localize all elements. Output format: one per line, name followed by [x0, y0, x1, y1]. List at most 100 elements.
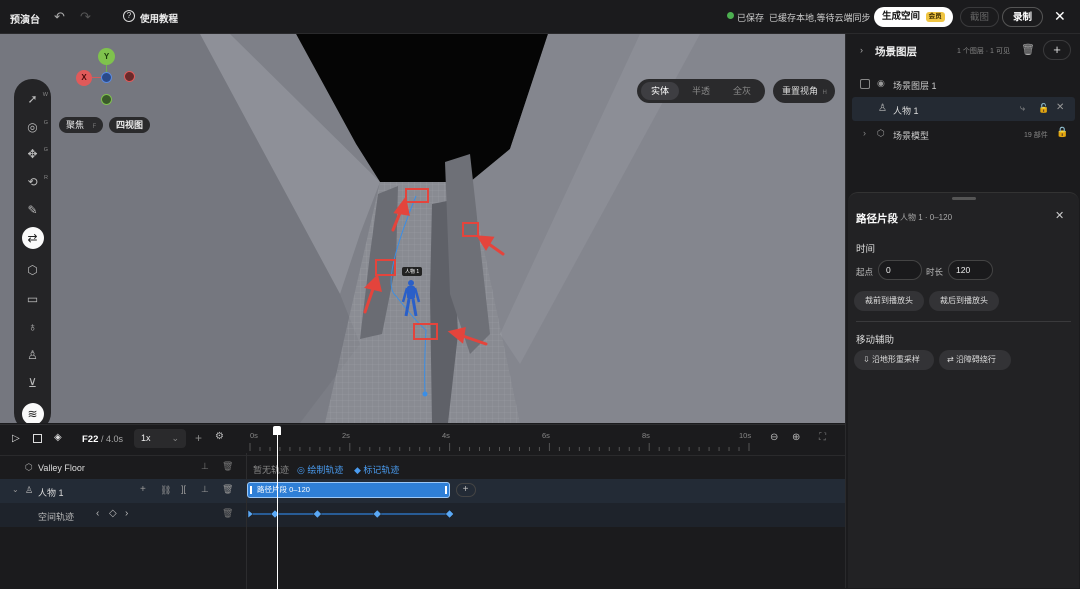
mark-track-button[interactable]: ◆ 标记轨迹 — [354, 463, 399, 476]
speed-select[interactable]: 1x ⌄ — [134, 429, 186, 448]
pin-icon[interactable]: ⊥ — [201, 484, 209, 495]
avoid-button[interactable]: ⇄ 沿障碍绕行 — [939, 350, 1011, 370]
rotate-icon[interactable]: ⟲ R — [14, 170, 51, 194]
keyframe-diamond — [445, 509, 454, 519]
prev-key-icon[interactable]: ‹ — [96, 508, 99, 519]
zoom-out-icon[interactable]: ⊖ — [770, 432, 778, 443]
layer-item-model[interactable]: 场景模型 — [893, 129, 929, 142]
undo-icon[interactable]: ↶ — [54, 9, 65, 25]
close-segment-icon[interactable]: ✕ — [1055, 209, 1064, 222]
record-button[interactable]: 录制 — [1002, 7, 1044, 27]
four-view-button[interactable]: 四视图 — [109, 117, 151, 133]
import-icon[interactable]: ⊻ — [14, 371, 51, 395]
playhead[interactable] — [273, 425, 283, 589]
keyframe-diamond — [247, 509, 254, 519]
next-key-icon[interactable]: › — [125, 508, 128, 519]
add-clip-button[interactable]: + — [455, 483, 476, 497]
path-icon[interactable]: ⇄ — [14, 226, 51, 250]
layers-title: 场景图层 — [875, 46, 917, 58]
axis-gizmo[interactable]: Y X — [70, 46, 140, 118]
delete-icon[interactable]: 🗑 — [222, 461, 233, 472]
delete-icon[interactable]: 🗑 — [222, 484, 233, 495]
zoom-in-icon[interactable]: ⊕ — [792, 432, 800, 443]
draw-track-button[interactable]: ◎ 绘制轨迹 — [297, 463, 343, 476]
pin-icon[interactable]: ⊥ — [201, 461, 209, 472]
mode-solid[interactable]: 实体 — [641, 82, 679, 100]
duration-input[interactable]: 120 — [948, 260, 993, 280]
3d-viewport[interactable]: 人物 1 Y X 聚焦 F 四视图 实体 半透 全灰 重置视角 H ➚ W ◎ G … — [0, 34, 845, 423]
route-icon[interactable]: ≋ — [14, 402, 51, 423]
model-lock-icon[interactable]: 🔒 — [1056, 127, 1068, 138]
mode-translucent[interactable]: 半透 — [682, 82, 720, 100]
add-track-icon[interactable]: + — [195, 431, 202, 445]
trim-front-button[interactable]: 裁前到播放头 — [854, 291, 924, 311]
move-icon[interactable]: ✥ G — [14, 142, 51, 166]
redo-icon[interactable]: ↷ — [80, 9, 91, 25]
avoid-label: 沿障碍绕行 — [955, 355, 996, 364]
delete-icon[interactable]: 🗑 — [222, 508, 233, 519]
neg-y-handle[interactable] — [101, 94, 112, 105]
resample-button[interactable]: ⇩ 沿地形重采样 — [854, 350, 934, 370]
segment-subtitle: 人物 1 · 0–120 — [900, 213, 953, 222]
path-link-icon[interactable]: ⤷ — [1020, 103, 1025, 114]
help-icon: ? — [123, 10, 135, 22]
close-icon[interactable]: ✕ — [1054, 8, 1066, 25]
fit-icon[interactable]: ⛶ — [819, 432, 826, 443]
focus-button[interactable]: 聚焦 F — [59, 117, 104, 133]
add-key-icon[interactable]: ◇ — [109, 508, 117, 519]
focus-key: F — [92, 124, 97, 130]
collapse-chevron-icon[interactable]: › — [860, 45, 863, 55]
saved-status-icon — [727, 12, 734, 19]
neg-x-handle[interactable] — [124, 71, 135, 82]
segment-title: 路径片段 — [856, 213, 898, 225]
start-input[interactable]: 0 — [878, 260, 922, 280]
layer-item-person-row[interactable]: ♙ 人物 1 ⤷ 🔓 ✕ — [852, 97, 1075, 121]
add-icon[interactable]: + — [140, 484, 146, 495]
track-person[interactable]: ⌄ ♙ 人物 1 + ⛓ ][ ⊥ 🗑 路径片段 0–120 + — [0, 479, 845, 503]
drag-handle[interactable] — [952, 197, 976, 200]
keyframe-icon[interactable]: ◈ — [54, 432, 62, 443]
lock-icon[interactable]: 🔓 — [1038, 103, 1049, 114]
resample-label: 沿地形重采样 — [871, 355, 920, 364]
eye-icon[interactable]: ◉ — [877, 78, 885, 89]
trim-back-button[interactable]: 裁后到播放头 — [929, 291, 999, 311]
ruler-ticks — [249, 443, 750, 451]
stop-icon[interactable] — [33, 434, 42, 443]
split-icon[interactable]: ][ — [181, 484, 186, 494]
screenshot-button[interactable]: 截图 — [960, 7, 1000, 27]
select-arrow-icon[interactable]: ➚ W — [14, 87, 51, 111]
expand-chevron-icon[interactable]: › — [863, 128, 866, 138]
tick-6: 6s — [542, 431, 550, 440]
play-icon[interactable]: ▷ — [12, 433, 20, 444]
person-icon[interactable]: ♙ — [14, 343, 51, 367]
cube-icon[interactable]: ⬡ — [14, 258, 51, 282]
clip-label: 路径片段 0–120 — [257, 485, 310, 494]
reset-view-button[interactable]: 重置视角 H — [773, 79, 835, 103]
layer-item-1[interactable]: 场景图层 1 — [893, 79, 937, 92]
camera-icon[interactable]: ▭ — [14, 287, 51, 311]
settings-sliders-icon[interactable]: ⚙ — [215, 431, 224, 442]
tutorial-link[interactable]: 使用教程 — [140, 11, 178, 25]
trash-icon[interactable]: 🗑 — [1021, 43, 1035, 56]
remove-icon[interactable]: ✕ — [1056, 102, 1064, 113]
add-layer-button[interactable]: + — [1043, 40, 1071, 60]
x-axis-handle[interactable]: X — [76, 70, 92, 86]
keyframe-track[interactable] — [247, 503, 767, 527]
playhead-line — [276, 433, 278, 589]
collapse-chevron-icon[interactable]: ⌄ — [12, 485, 19, 494]
draw-track-label: 绘制轨迹 — [307, 465, 344, 475]
mode-gray[interactable]: 全灰 — [723, 82, 761, 100]
right-panel: › 场景图层 1 个图层 · 1 可见 🗑 + ◉ 场景图层 1 ♙ 人物 1 … — [845, 34, 1080, 588]
link-icon[interactable]: ⛓ — [160, 485, 171, 496]
light-icon[interactable]: ♁ — [14, 315, 51, 339]
y-axis-handle[interactable]: Y — [98, 48, 115, 65]
clip-handle-right[interactable] — [444, 486, 447, 494]
layer-checkbox[interactable] — [860, 79, 870, 89]
time-ruler[interactable]: 0s 2s 4s 6s 8s 10s — [247, 425, 757, 453]
pen-icon[interactable]: ✎ — [14, 198, 51, 222]
compass-icon[interactable]: ◎ G — [14, 115, 51, 139]
resample-icon: ⇩ — [863, 355, 872, 364]
z-axis-handle[interactable] — [101, 72, 112, 83]
clip-handle-left[interactable] — [250, 486, 252, 494]
generate-space-button[interactable]: 生成空间 会员 — [874, 7, 953, 27]
